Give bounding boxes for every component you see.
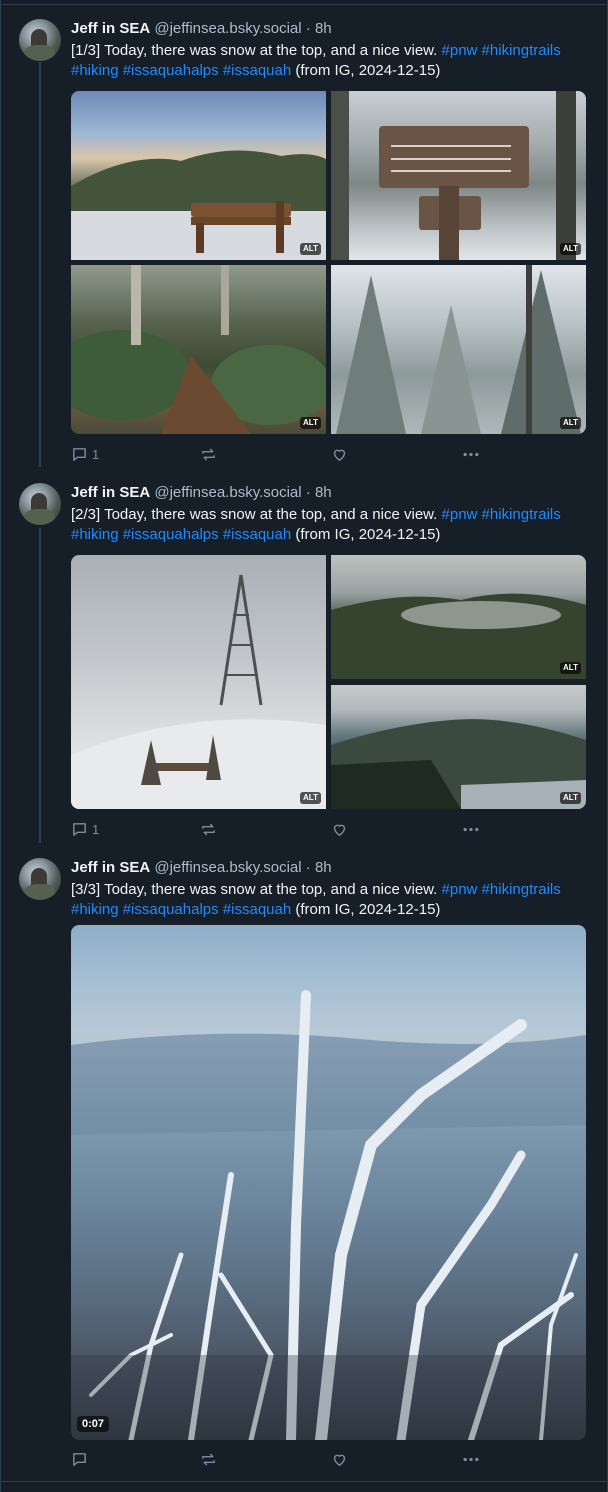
author-name[interactable]: Jeff in SEA bbox=[71, 20, 150, 37]
post-text-source: (from IG, 2024-12-15) bbox=[295, 61, 441, 79]
author-name[interactable]: Jeff in SEA bbox=[71, 484, 150, 501]
repost-icon bbox=[202, 448, 215, 460]
repost-button[interactable] bbox=[200, 819, 217, 839]
post-3[interactable]: Jeff in SEA @jeffinsea.bsky.social · 8h … bbox=[0, 858, 608, 1478]
like-button[interactable] bbox=[331, 819, 348, 839]
like-button[interactable] bbox=[331, 1449, 348, 1469]
post-actions: 1 bbox=[71, 444, 591, 464]
image-mountain-view[interactable]: ALT bbox=[71, 91, 326, 260]
more-button[interactable] bbox=[461, 444, 481, 464]
repost-button[interactable] bbox=[200, 1449, 217, 1469]
more-icon bbox=[463, 1457, 479, 1461]
author-handle[interactable]: @jeffinsea.bsky.social bbox=[154, 20, 301, 37]
video-duration: 0:07 bbox=[77, 1416, 110, 1432]
image-mountain-ridge[interactable]: ALT bbox=[331, 685, 586, 809]
post-time[interactable]: · 8h bbox=[306, 484, 332, 501]
hashtag-link[interactable]: #issaquah bbox=[223, 901, 291, 918]
post-time[interactable]: · 8h bbox=[306, 859, 332, 876]
image-foggy-valley[interactable]: ALT bbox=[331, 555, 586, 679]
alt-badge[interactable]: ALT bbox=[300, 243, 321, 255]
reply-icon bbox=[73, 447, 86, 461]
reply-icon bbox=[73, 822, 86, 836]
author-avatar[interactable] bbox=[19, 483, 61, 525]
post-text-source: (from IG, 2024-12-15) bbox=[295, 900, 441, 918]
post-header: Jeff in SEA @jeffinsea.bsky.social · 8h bbox=[71, 484, 332, 502]
alt-badge[interactable]: ALT bbox=[560, 792, 581, 804]
reply-count: 1 bbox=[92, 821, 100, 837]
more-button[interactable] bbox=[461, 819, 481, 839]
post-header: Jeff in SEA @jeffinsea.bsky.social · 8h bbox=[71, 20, 332, 38]
post-2[interactable]: Jeff in SEA @jeffinsea.bsky.social · 8h … bbox=[0, 483, 608, 843]
more-button[interactable] bbox=[461, 1449, 481, 1469]
repost-icon bbox=[202, 823, 215, 835]
post-actions bbox=[71, 1449, 591, 1469]
hashtag-link[interactable]: #hikingtrails bbox=[482, 881, 561, 898]
video-player[interactable]: 0:07 bbox=[71, 925, 586, 1440]
heart-icon bbox=[333, 449, 346, 461]
image-fern-forest[interactable]: ALT bbox=[71, 265, 326, 434]
hashtag-link[interactable]: #issaquahalps bbox=[123, 62, 219, 79]
hashtag-link[interactable]: #issaquah bbox=[223, 62, 291, 79]
more-icon bbox=[463, 827, 479, 831]
author-avatar[interactable] bbox=[19, 19, 61, 61]
hashtag-link[interactable]: #hiking bbox=[71, 62, 119, 79]
repost-button[interactable] bbox=[200, 444, 217, 464]
heart-icon bbox=[333, 824, 346, 836]
hashtag-link[interactable]: #pnw bbox=[442, 42, 478, 59]
like-button[interactable] bbox=[331, 444, 348, 464]
author-handle[interactable]: @jeffinsea.bsky.social bbox=[154, 484, 301, 501]
hashtag-link[interactable]: #hiking bbox=[71, 901, 119, 918]
post-actions: 1 bbox=[71, 819, 591, 839]
post-text-source: (from IG, 2024-12-15) bbox=[295, 525, 441, 543]
bottom-divider bbox=[0, 1481, 608, 1482]
alt-badge[interactable]: ALT bbox=[300, 792, 321, 804]
post-text-body: [2/3] Today, there was snow at the top, … bbox=[71, 506, 438, 523]
author-name[interactable]: Jeff in SEA bbox=[71, 859, 150, 876]
reply-count: 1 bbox=[92, 446, 100, 462]
hashtag-link[interactable]: #pnw bbox=[442, 506, 478, 523]
image-trail-sign[interactable]: ALT bbox=[331, 91, 586, 260]
hashtag-link[interactable]: #pnw bbox=[442, 881, 478, 898]
author-avatar[interactable] bbox=[19, 858, 61, 900]
more-icon bbox=[463, 452, 479, 456]
hashtag-link[interactable]: #issaquahalps bbox=[123, 901, 219, 918]
reply-button[interactable]: 1 bbox=[71, 819, 99, 839]
image-radio-tower[interactable]: ALT bbox=[71, 555, 326, 809]
image-snowy-trees[interactable]: ALT bbox=[331, 265, 586, 434]
hashtag-link[interactable]: #hikingtrails bbox=[482, 506, 561, 523]
reply-button[interactable] bbox=[71, 1449, 92, 1469]
post-text-body: [1/3] Today, there was snow at the top, … bbox=[71, 42, 438, 59]
alt-badge[interactable]: ALT bbox=[560, 243, 581, 255]
post-header: Jeff in SEA @jeffinsea.bsky.social · 8h bbox=[71, 859, 332, 877]
heart-icon bbox=[333, 1454, 346, 1466]
hashtag-link[interactable]: #issaquah bbox=[223, 526, 291, 543]
reply-button[interactable]: 1 bbox=[71, 444, 99, 464]
post-1[interactable]: Jeff in SEA @jeffinsea.bsky.social · 8h … bbox=[0, 19, 608, 469]
alt-badge[interactable]: ALT bbox=[300, 417, 321, 429]
image-grid: ALT ALT ALT bbox=[71, 555, 586, 809]
post-text: [3/3] Today, there was snow at the top, … bbox=[71, 880, 591, 919]
repost-icon bbox=[202, 1453, 215, 1465]
post-time[interactable]: · 8h bbox=[306, 20, 332, 37]
alt-badge[interactable]: ALT bbox=[560, 417, 581, 429]
hashtag-link[interactable]: #issaquahalps bbox=[123, 526, 219, 543]
author-handle[interactable]: @jeffinsea.bsky.social bbox=[154, 859, 301, 876]
post-text: [1/3] Today, there was snow at the top, … bbox=[71, 41, 591, 80]
hashtag-link[interactable]: #hikingtrails bbox=[482, 42, 561, 59]
alt-badge[interactable]: ALT bbox=[560, 662, 581, 674]
image-grid: ALT ALT ALT bbox=[71, 91, 586, 434]
post-text: [2/3] Today, there was snow at the top, … bbox=[71, 505, 591, 544]
reply-icon bbox=[73, 1452, 86, 1466]
post-text-body: [3/3] Today, there was snow at the top, … bbox=[71, 881, 438, 898]
top-divider bbox=[0, 4, 608, 5]
hashtag-link[interactable]: #hiking bbox=[71, 526, 119, 543]
